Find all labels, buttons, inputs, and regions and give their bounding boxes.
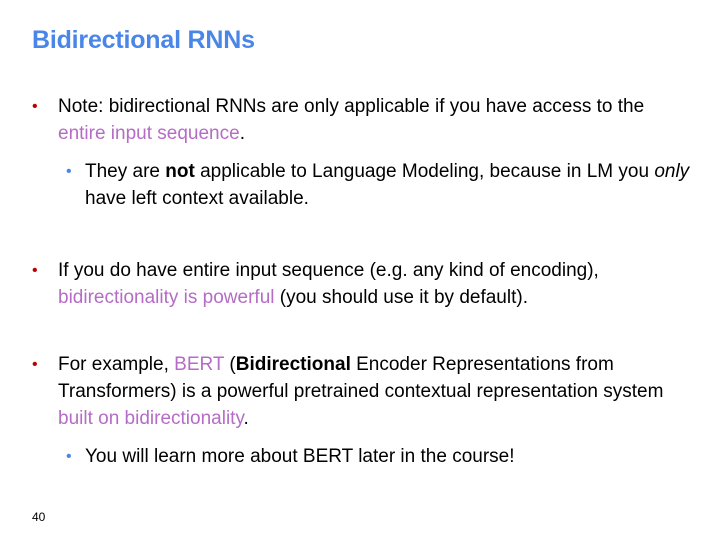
text-run: have left context available. xyxy=(85,188,309,209)
text-run: . xyxy=(239,123,245,144)
highlight-text: built on bidirectionality xyxy=(58,408,244,429)
highlight-text: BERT xyxy=(174,354,225,375)
bullet-marker: • xyxy=(32,356,38,373)
slide: Bidirectional RNNs • Note: bidirectional… xyxy=(0,0,720,540)
slide-title: Bidirectional RNNs xyxy=(32,26,255,54)
bullet-2: • If you do have entire input sequence (… xyxy=(32,257,692,311)
sub-bullet-text: You will learn more about BERT later in … xyxy=(85,443,696,470)
sub-bullet-3: • You will learn more about BERT later i… xyxy=(66,443,696,470)
sub-bullet-text: They are not applicable to Language Mode… xyxy=(85,158,696,212)
bullet-1: • Note: bidirectional RNNs are only appl… xyxy=(32,93,692,147)
bullet-text: For example, BERT (Bidirectional Encoder… xyxy=(58,351,692,432)
sub-bullet-marker: • xyxy=(66,448,72,465)
highlight-text: entire input sequence xyxy=(58,123,240,144)
bullet-marker: • xyxy=(32,262,38,279)
text-run: applicable to Language Modeling, because… xyxy=(194,161,655,182)
bullet-text: Note: bidirectional RNNs are only applic… xyxy=(58,93,692,147)
text-run: If you do have entire input sequence (e.… xyxy=(58,260,599,281)
italic-text: only xyxy=(654,161,690,182)
text-run: They are xyxy=(85,161,166,182)
text-run: You will learn more about BERT later in … xyxy=(85,446,515,467)
bold-text: Bidirectional xyxy=(235,354,351,375)
text-run: Note: bidirectional RNNs are only applic… xyxy=(58,96,645,117)
highlight-text: bidirectionality is powerful xyxy=(58,287,275,308)
sub-bullet-marker: • xyxy=(66,163,72,180)
bold-text: not xyxy=(165,161,195,182)
bullet-3: • For example, BERT (Bidirectional Encod… xyxy=(32,351,692,432)
bullet-text: If you do have entire input sequence (e.… xyxy=(58,257,692,311)
page-number: 40 xyxy=(32,510,46,524)
bullet-marker: • xyxy=(32,98,38,115)
text-run: For example, xyxy=(58,354,175,375)
text-run: ( xyxy=(224,354,236,375)
text-run: (you should use it by default). xyxy=(274,287,528,308)
sub-bullet-1: • They are not applicable to Language Mo… xyxy=(66,158,696,212)
text-run: . xyxy=(243,408,249,429)
